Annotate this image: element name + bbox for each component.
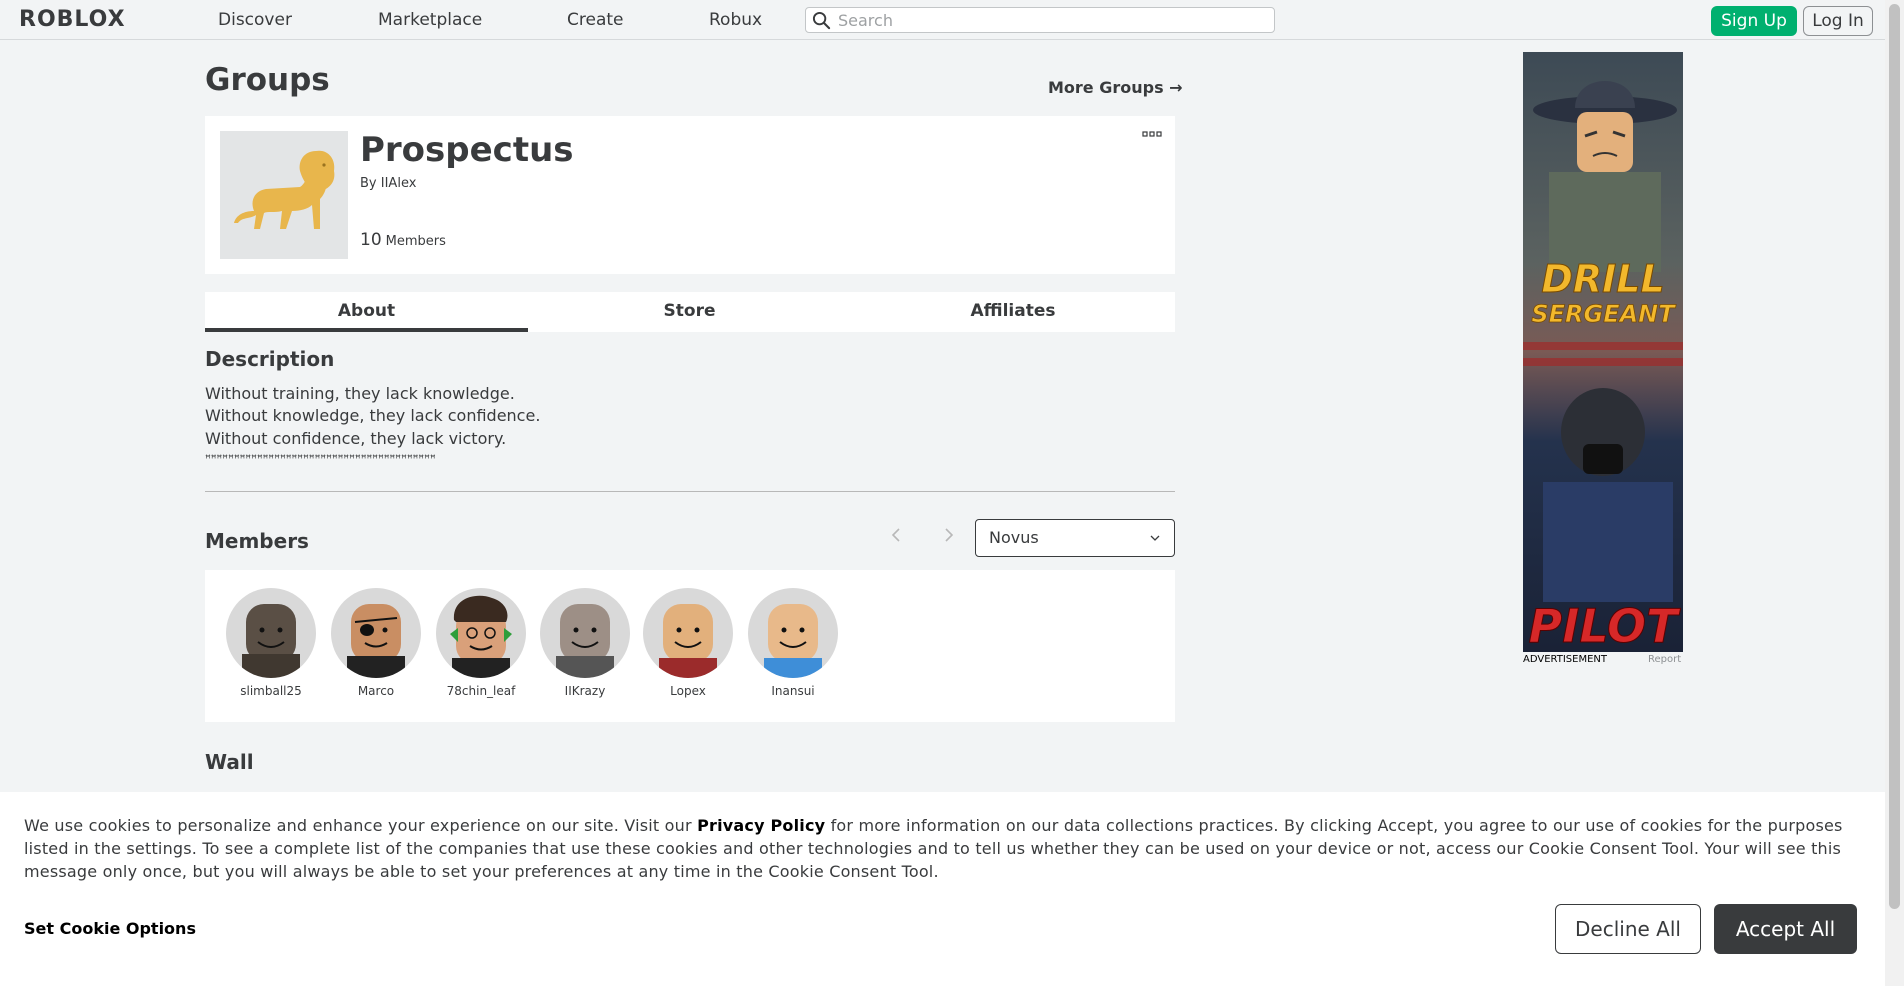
section-divider — [205, 491, 1175, 492]
next-page-icon[interactable] — [943, 526, 955, 544]
previous-page-icon[interactable] — [890, 526, 902, 544]
avatar — [226, 588, 316, 678]
nav-link-marketplace[interactable]: Marketplace — [378, 10, 482, 30]
member-name: slimball25 — [240, 684, 302, 698]
accept-all-button[interactable]: Accept All — [1714, 904, 1857, 954]
group-name: Prospectus — [360, 130, 574, 170]
nav-link-robux[interactable]: Robux — [709, 10, 762, 30]
set-cookie-options-button[interactable]: Set Cookie Options — [24, 919, 196, 938]
members-list-card: slimball25 Marco 78chin_leaf IIKrazy Lop… — [205, 570, 1175, 722]
nav-link-create[interactable]: Create — [567, 10, 624, 30]
member-name: Marco — [357, 684, 395, 698]
ad-headline-2: SERGEANT — [1531, 300, 1676, 328]
advertisement-label: ADVERTISEMENT — [1523, 654, 1608, 665]
group-header-card: Prospectus By IIAlex 10 Members — [205, 116, 1175, 274]
description-line: Without knowledge, they lack confidence. — [205, 406, 541, 425]
cookie-message: We use cookies to personalize and enhanc… — [24, 814, 1844, 883]
tab-about[interactable]: About — [205, 292, 528, 332]
by-label: By — [360, 176, 377, 191]
member-tile[interactable]: 78chin_leaf — [436, 588, 526, 698]
vertical-scrollbar[interactable] — [1885, 0, 1904, 986]
avatar — [748, 588, 838, 678]
member-tile[interactable]: Lopex — [643, 588, 733, 698]
ad-headline-3: PILOT — [1529, 599, 1682, 652]
member-count-value: 10 — [360, 230, 382, 250]
member-name: 78chin_leaf — [446, 684, 516, 698]
privacy-policy-link[interactable]: Privacy Policy — [697, 816, 825, 835]
nav-link-discover[interactable]: Discover — [218, 10, 292, 30]
avatar — [643, 588, 733, 678]
scrollbar-thumb[interactable] — [1889, 4, 1900, 909]
search-icon[interactable] — [812, 11, 831, 30]
search-box — [805, 7, 1275, 33]
description-heading: Description — [205, 347, 335, 371]
lion-emblem-icon — [234, 150, 335, 229]
member-tile[interactable]: Marco — [331, 588, 421, 698]
top-navigation-bar: ROBLOX Discover Marketplace Create Robux… — [0, 0, 1885, 40]
avatar — [540, 588, 630, 678]
wall-heading: Wall — [205, 750, 254, 774]
member-tile[interactable]: IIKrazy — [540, 588, 630, 698]
member-name: Inansui — [771, 684, 815, 698]
advertisement-banner[interactable]: DRILL SERGEANT PILOT — [1523, 52, 1683, 652]
role-select-value: Novus — [989, 528, 1039, 547]
chevron-down-icon — [1150, 535, 1160, 541]
member-name: IIKrazy — [564, 684, 606, 698]
member-tile[interactable]: slimball25 — [226, 588, 316, 698]
member-name: Lopex — [670, 684, 706, 698]
tab-affiliates[interactable]: Affiliates — [851, 292, 1175, 332]
report-ad-link[interactable]: Report — [1648, 654, 1681, 665]
more-groups-link[interactable]: More Groups → — [1048, 78, 1183, 97]
page-title: Groups — [205, 62, 330, 98]
cookie-text-before: We use cookies to personalize and enhanc… — [24, 816, 698, 835]
group-owner-line: By IIAlex — [360, 176, 416, 191]
group-owner-link[interactable]: IIAlex — [381, 176, 417, 191]
group-emblem — [220, 131, 348, 259]
member-count-label: Members — [385, 234, 446, 249]
description-ornament: ꟸꟸꟸꟸꟸꟸꟸꟸꟸꟸꟸꟸꟸꟸꟸꟸꟸꟸꟸꟸꟸꟸꟸꟸꟸꟸꟸꟸꟸꟸꟸꟸꟸꟸꟸꟸꟸꟸꟸꟸ — [205, 454, 436, 465]
search-input[interactable] — [838, 9, 1258, 31]
avatar — [331, 588, 421, 678]
member-count: 10 Members — [360, 230, 446, 250]
cookie-consent-banner: We use cookies to personalize and enhanc… — [0, 792, 1885, 986]
members-heading: Members — [205, 529, 309, 553]
member-tile[interactable]: Inansui — [748, 588, 838, 698]
description-line: Without confidence, they lack victory. — [205, 429, 507, 448]
description-line: Without training, they lack knowledge. — [205, 384, 515, 403]
role-select-dropdown[interactable]: Novus — [975, 519, 1175, 557]
log-in-button[interactable]: Log In — [1803, 6, 1873, 36]
group-tabs: About Store Affiliates — [205, 292, 1175, 332]
roblox-logo[interactable]: ROBLOX — [19, 7, 126, 32]
more-options-icon[interactable] — [1142, 130, 1162, 138]
ad-headline-1: DRILL — [1541, 257, 1664, 301]
sign-up-button[interactable]: Sign Up — [1711, 6, 1797, 36]
tab-store[interactable]: Store — [528, 292, 851, 332]
decline-all-button[interactable]: Decline All — [1555, 904, 1701, 954]
avatar — [436, 588, 526, 678]
